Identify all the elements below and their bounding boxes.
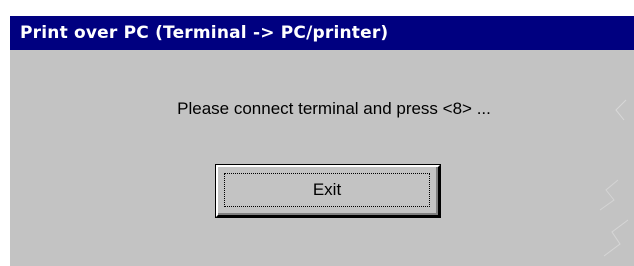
title-bar[interactable]: Print over PC (Terminal -> PC/printer) [10,16,634,50]
focus-rectangle: Exit [224,173,430,207]
print-dialog: Print over PC (Terminal -> PC/printer) P… [8,14,634,266]
status-message: Please connect terminal and press <8> ..… [177,99,491,118]
exit-button[interactable]: Exit [215,164,441,218]
window-title: Print over PC (Terminal -> PC/printer) [20,23,389,43]
exit-button-label: Exit [312,180,342,199]
background-texture [599,99,629,257]
